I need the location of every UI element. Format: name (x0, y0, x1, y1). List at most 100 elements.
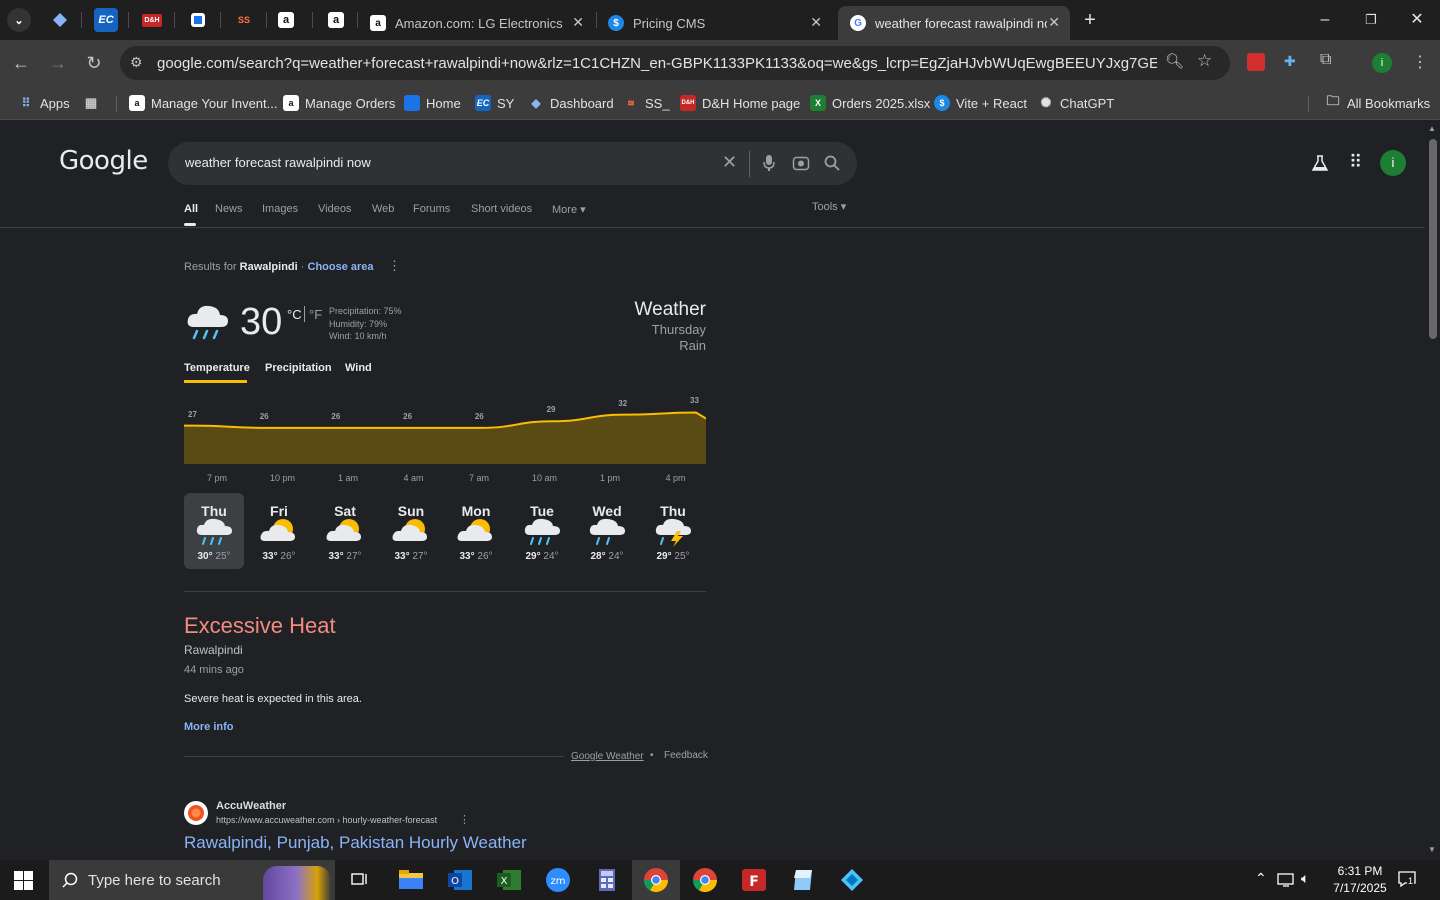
close-tab-icon[interactable]: ✕ (1048, 14, 1060, 31)
filezilla-icon[interactable]: F (739, 866, 769, 894)
back-button[interactable]: ← (8, 50, 34, 76)
pinned-tab-2[interactable]: EC (94, 8, 118, 32)
chrome-icon[interactable] (641, 866, 671, 894)
search-box[interactable]: weather forecast rawalpindi now ✕ (168, 142, 857, 185)
show-hidden-icons-chevron[interactable]: ⌃ (1255, 870, 1267, 887)
volume-icon[interactable]: 🔈︎ (1301, 870, 1309, 887)
page-scrollbar[interactable]: ▲ ▼ (1425, 121, 1440, 860)
bookmark-chatgpt[interactable]: ✺ ChatGPT (1038, 92, 1115, 114)
excel-icon[interactable]: X (494, 866, 524, 894)
bookmark-apps[interactable]: ⠿ Apps (18, 92, 70, 114)
restore-button[interactable]: ❐ (1356, 8, 1386, 32)
windows-start-icon[interactable] (14, 871, 34, 891)
menu-kebab-icon[interactable]: ⋮ (1412, 52, 1428, 72)
site-info-icon[interactable]: ⚙ (130, 54, 143, 71)
reload-button[interactable]: ↻ (81, 50, 107, 76)
google-apps-icon[interactable]: ⠿ (1349, 152, 1362, 173)
subtab-precipitation[interactable]: Precipitation (265, 362, 332, 374)
google-logo[interactable]: Google (59, 146, 148, 176)
microphone-icon[interactable] (762, 154, 776, 172)
tab-news[interactable]: News (215, 203, 243, 215)
search-icon[interactable] (824, 155, 840, 171)
diamond-app-icon[interactable] (837, 866, 867, 894)
outlook-icon[interactable]: O (445, 866, 475, 894)
bookmark-ss[interactable]: ≋ SS_ (623, 92, 669, 114)
pinned-tab-4[interactable] (186, 8, 210, 32)
more-info-link[interactable]: More info (184, 721, 234, 733)
feedback-link[interactable]: Feedback (664, 750, 708, 761)
tab-web[interactable]: Web (372, 203, 394, 215)
tab-more[interactable]: More ▾ (552, 203, 586, 216)
tools-button[interactable]: Tools ▾ (812, 200, 846, 213)
tab-forums[interactable]: Forums (413, 203, 450, 215)
bookmark-star-icon[interactable]: ☆ (1197, 51, 1212, 71)
bookmark-home[interactable]: Home (404, 92, 461, 114)
account-avatar[interactable]: i (1380, 150, 1406, 176)
tab-all[interactable]: All (184, 203, 198, 215)
scroll-up-arrow[interactable]: ▲ (1428, 124, 1436, 133)
system-clock[interactable]: 6:31 PM 7/17/2025 (1330, 863, 1390, 897)
file-explorer-icon[interactable] (396, 866, 426, 894)
pinned-tab-3[interactable]: D&H (140, 8, 164, 32)
result-site-name[interactable]: AccuWeather (216, 800, 286, 812)
tab-images[interactable]: Images (262, 203, 298, 215)
extension-blue-icon[interactable]: ✚ (1284, 53, 1302, 71)
lens-camera-icon[interactable] (792, 155, 810, 172)
notes-app-icon[interactable] (788, 866, 818, 894)
address-bar[interactable]: ⚙ google.com/search?q=weather+forecast+r… (120, 46, 1230, 80)
pinned-tab-5[interactable]: SS (232, 8, 256, 32)
tab-pricing-cms[interactable]: $ Pricing CMS ✕ (596, 6, 832, 40)
close-tab-icon[interactable]: ✕ (572, 14, 584, 31)
task-view-icon[interactable] (345, 866, 375, 894)
bookmark-all-bookmarks[interactable]: 🗀 All Bookmarks (1325, 92, 1430, 114)
minimize-button[interactable]: – (1310, 8, 1340, 32)
location-options-icon[interactable]: ⋮ (388, 258, 401, 274)
tab-videos[interactable]: Videos (318, 203, 351, 215)
chrome-profile-icon[interactable] (690, 866, 720, 894)
scrollbar-thumb[interactable] (1429, 139, 1437, 339)
fahrenheit-toggle[interactable]: °F (309, 307, 322, 322)
choose-area-link[interactable]: Choose area (308, 261, 374, 273)
calculator-icon[interactable] (592, 866, 622, 894)
pinned-tab-1[interactable] (48, 8, 72, 32)
bookmark-dashboard[interactable]: ◆ Dashboard (528, 92, 613, 114)
new-tab-button[interactable]: + (1075, 8, 1105, 32)
network-icon[interactable] (1277, 872, 1297, 888)
zoom-search-icon[interactable]: 🔍︎ (1165, 52, 1184, 70)
tab-short-videos[interactable]: Short videos (471, 203, 532, 215)
url-text[interactable]: google.com/search?q=weather+forecast+raw… (157, 55, 1157, 72)
bookmark-manage-orders[interactable]: a Manage Orders (283, 92, 395, 114)
result-title-link[interactable]: Rawalpindi, Punjab, Pakistan Hourly Weat… (184, 833, 527, 853)
bookmark-manage-inventory[interactable]: a Manage Your Invent... (129, 92, 277, 114)
celsius-toggle[interactable]: °C (287, 307, 302, 322)
scroll-down-arrow[interactable]: ▼ (1428, 845, 1436, 854)
bookmark-dh-home[interactable]: D&H D&H Home page (680, 92, 800, 114)
zoom-icon[interactable]: zm (543, 866, 573, 894)
google-weather-link[interactable]: Google Weather (571, 751, 644, 762)
tab-weather-search[interactable]: G weather forecast rawalpindi now ✕ (838, 6, 1070, 40)
tab-search-button[interactable]: ⌄ (7, 8, 31, 32)
forward-button[interactable]: → (45, 50, 71, 76)
tab-separator (174, 12, 175, 28)
extensions-puzzle-icon[interactable]: ⧉ (1320, 51, 1340, 71)
bookmark-orders-xlsx[interactable]: X Orders 2025.xlsx (810, 92, 930, 114)
pinned-tab-7[interactable]: a (328, 12, 344, 28)
tab-amazon[interactable]: a Amazon.com: LG Electronics - 1 ✕ (358, 6, 594, 40)
close-tab-icon[interactable]: ✕ (810, 14, 822, 31)
taskbar-search[interactable]: Type here to search (49, 860, 335, 900)
result-url[interactable]: https://www.accuweather.com › hourly-wea… (216, 815, 437, 825)
bookmark-tab-groups[interactable]: ▦ (83, 92, 105, 114)
labs-flask-icon[interactable] (1311, 154, 1329, 172)
clear-search-icon[interactable]: ✕ (722, 152, 737, 173)
extension-red-icon[interactable] (1247, 53, 1265, 71)
bookmark-vite-react[interactable]: $ Vite + React (934, 92, 1027, 114)
subtab-temperature[interactable]: Temperature (184, 362, 250, 374)
result-options-icon[interactable]: ⋮ (459, 813, 470, 826)
bookmark-sy[interactable]: EC SY (475, 92, 514, 114)
close-window-button[interactable]: ✕ (1402, 8, 1432, 32)
pinned-tab-6[interactable]: a (278, 12, 294, 28)
profile-avatar[interactable]: i (1372, 53, 1392, 73)
notifications-button[interactable]: 1 (1397, 870, 1419, 890)
search-input[interactable]: weather forecast rawalpindi now (185, 155, 371, 170)
subtab-wind[interactable]: Wind (345, 362, 372, 374)
